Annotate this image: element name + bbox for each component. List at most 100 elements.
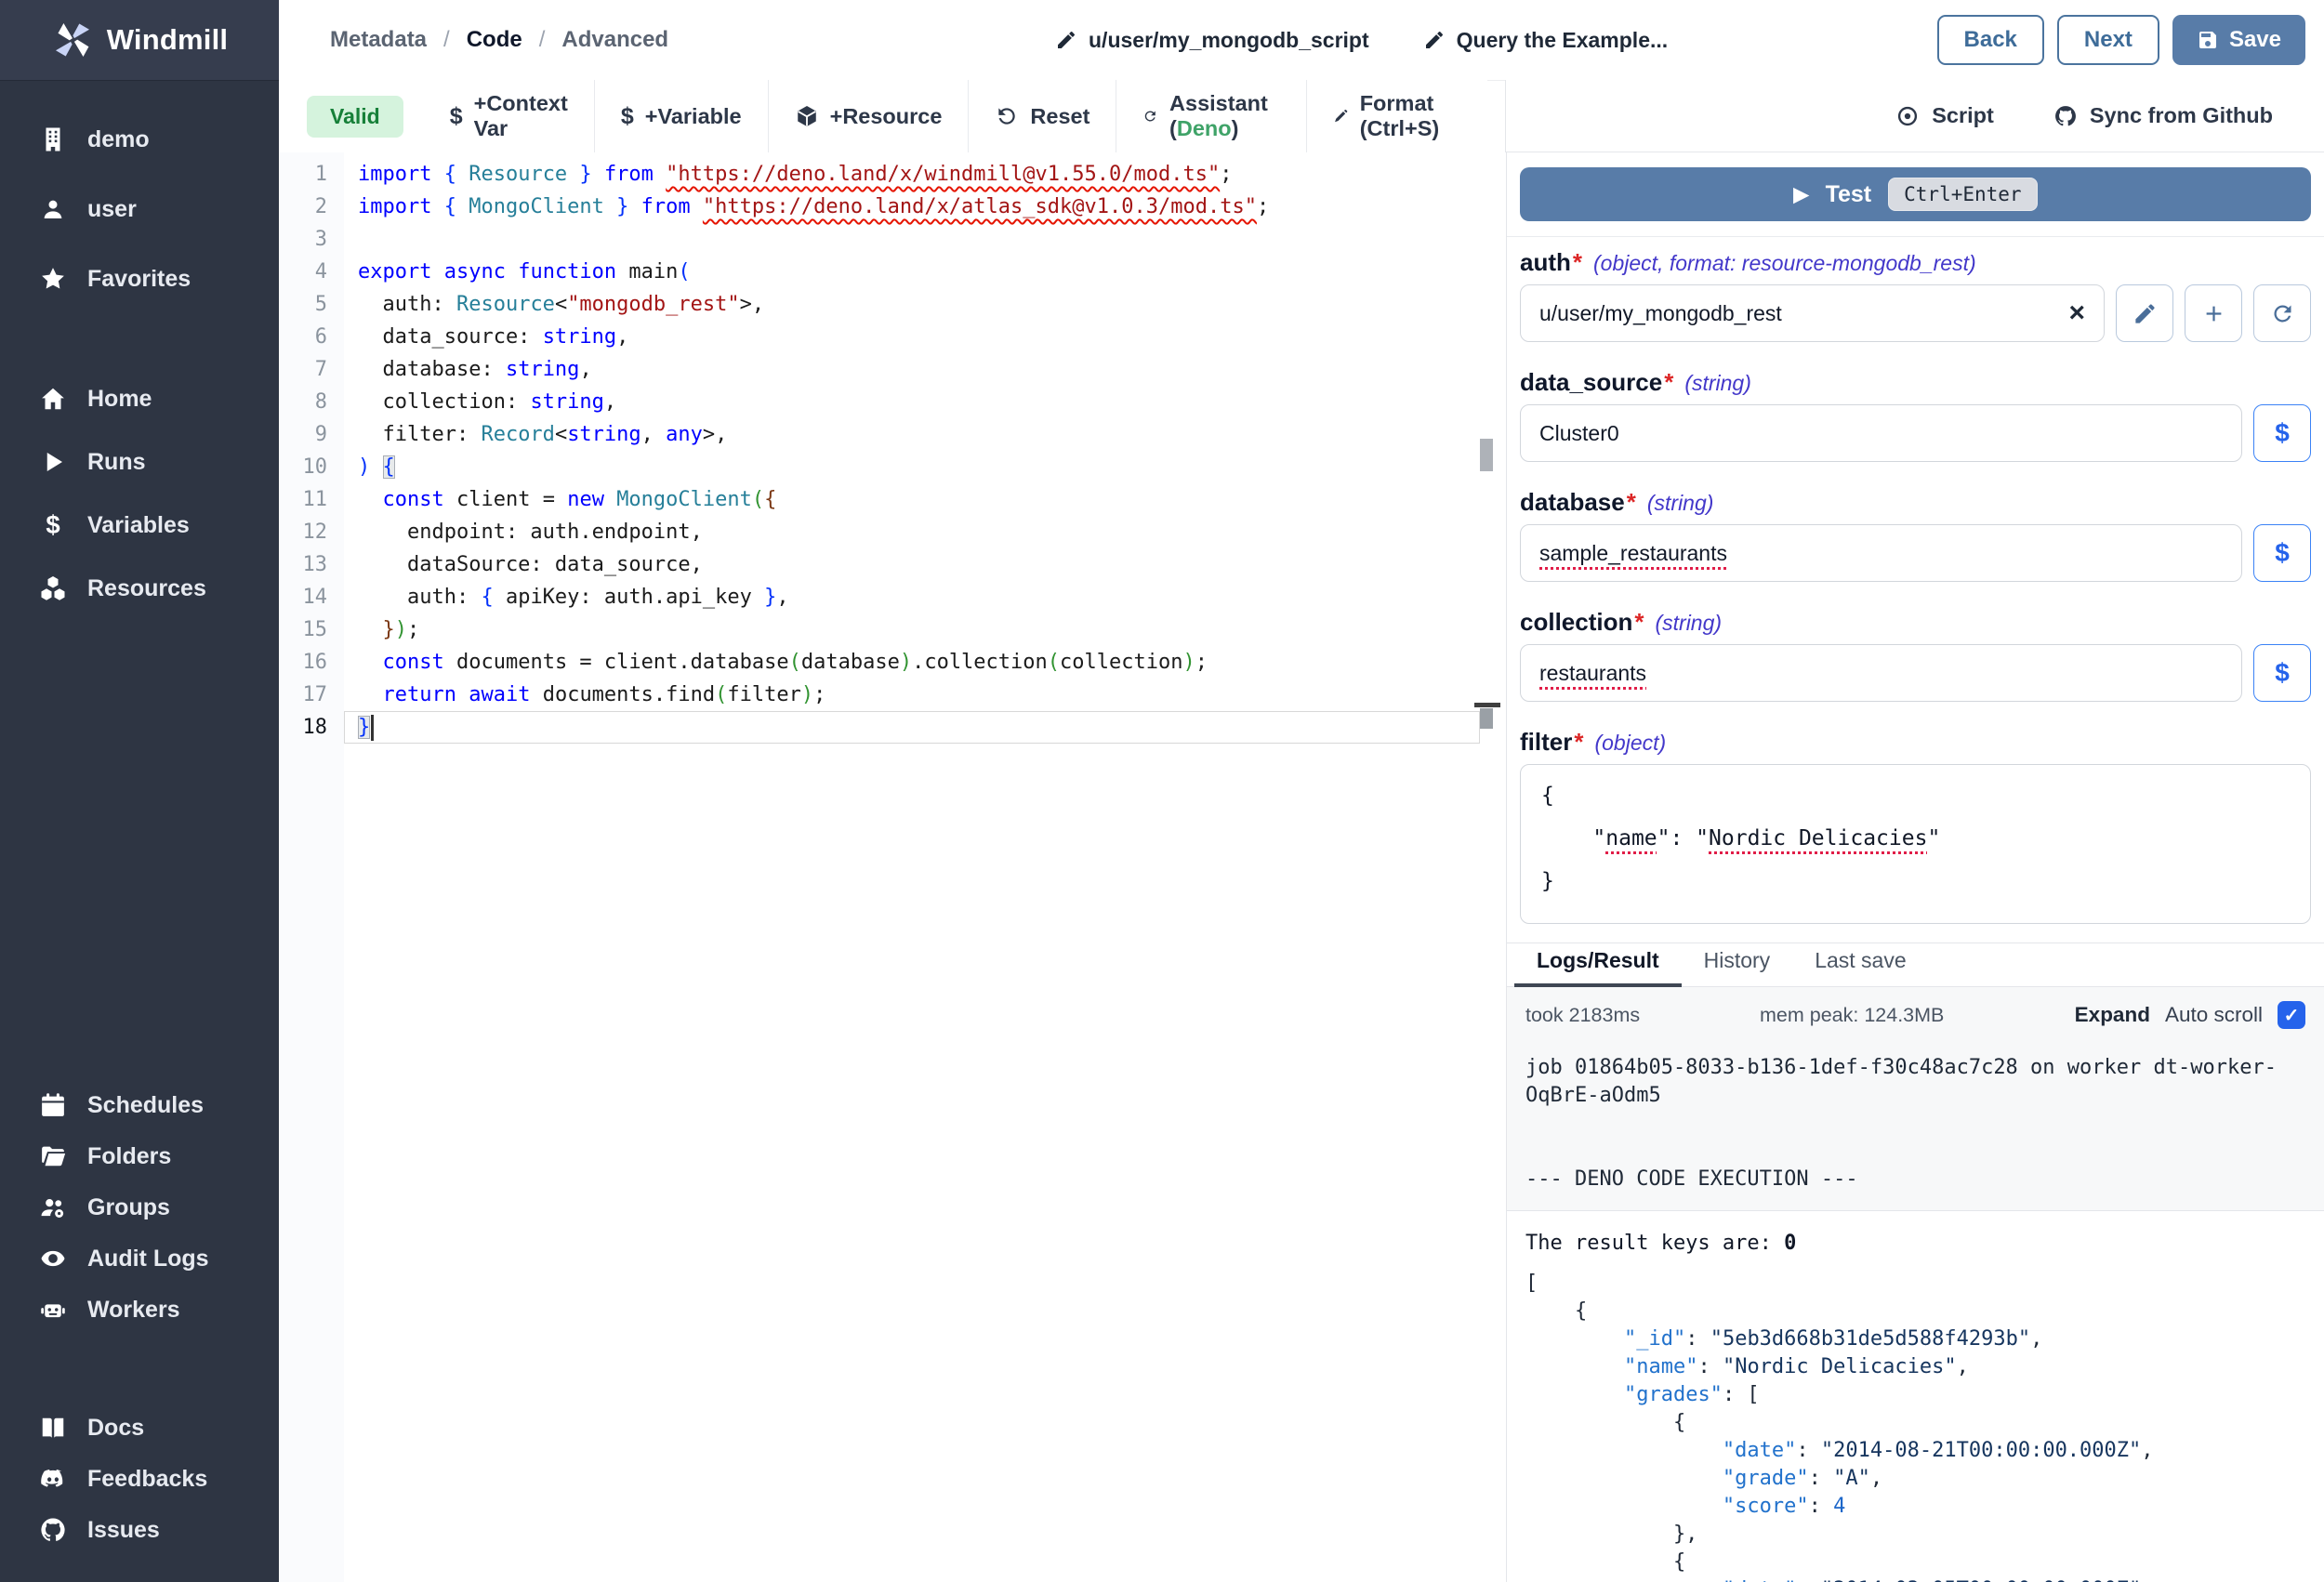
script-summary-edit[interactable]: Query the Example... — [1423, 28, 1669, 53]
code-line-13[interactable]: 13 dataSource: data_source, — [279, 548, 1504, 581]
sidebar-item-runs[interactable]: Runs — [0, 439, 279, 485]
reset-button[interactable]: Reset — [969, 80, 1116, 152]
auto-scroll-checkbox[interactable]: ✓ — [2278, 1001, 2305, 1029]
sidebar-item-variables[interactable]: $Variables — [0, 502, 279, 548]
log-line — [1525, 1110, 2305, 1138]
add-context-var-button[interactable]: $ +Context Var — [424, 80, 595, 152]
test-button[interactable]: ▶ Test Ctrl+Enter — [1520, 167, 2311, 221]
required-asterisk: * — [1574, 728, 1583, 757]
sidebar-item-user[interactable]: user — [0, 186, 279, 232]
code-line-10[interactable]: 10) { — [279, 451, 1504, 483]
code-line-14[interactable]: 14 auth: { apiKey: auth.api_key }, — [279, 581, 1504, 613]
data-source-input[interactable]: Cluster0 — [1520, 404, 2242, 462]
code-line-3[interactable]: 3 — [279, 223, 1504, 256]
code-line-5[interactable]: 5 auth: Resource<"mongodb_rest">, — [279, 288, 1504, 321]
sidebar-item-schedules[interactable]: Schedules — [0, 1082, 279, 1128]
auth-resource-input[interactable]: u/user/my_mongodb_rest × — [1520, 284, 2105, 342]
field-database: database * (string) sample_restaurants $ — [1520, 488, 2311, 582]
refresh-resource-button[interactable] — [2253, 284, 2311, 342]
code-line-4[interactable]: 4export async function main( — [279, 256, 1504, 288]
sidebar-item-audit-logs[interactable]: Audit Logs — [0, 1235, 279, 1282]
target-icon — [1895, 104, 1920, 128]
tab-advanced[interactable]: Advanced — [561, 27, 668, 53]
editor-scrollbar-thumb[interactable] — [1480, 439, 1493, 471]
sync-from-github-button[interactable]: Sync from Github — [2053, 103, 2273, 128]
code-line-7[interactable]: 7 database: string, — [279, 353, 1504, 386]
data-source-var-picker-button[interactable]: $ — [2253, 404, 2311, 462]
field-collection-name: collection — [1520, 608, 1632, 637]
play-icon: ▶ — [1793, 183, 1808, 206]
code-line-17[interactable]: 17 return await documents.find(filter); — [279, 679, 1504, 711]
sidebar-item-demo[interactable]: demo — [0, 116, 279, 163]
sidebar-item-resources[interactable]: Resources — [0, 565, 279, 612]
sidebar-item-groups[interactable]: Groups — [0, 1184, 279, 1231]
code-line-15[interactable]: 15 }); — [279, 613, 1504, 646]
breadcrumb-separator: / — [539, 27, 546, 53]
script-path-edit[interactable]: u/user/my_mongodb_script — [1055, 28, 1369, 53]
assistant-button[interactable]: Assistant (Deno) — [1116, 80, 1307, 152]
save-button[interactable]: Save — [2172, 15, 2305, 65]
collection-value: restaurants — [1539, 661, 1646, 686]
collection-input[interactable]: restaurants — [1520, 644, 2242, 702]
code-line-9[interactable]: 9 filter: Record<string, any>, — [279, 418, 1504, 451]
sidebar-item-label: Groups — [87, 1194, 170, 1221]
sidebar-item-home[interactable]: Home — [0, 376, 279, 422]
reset-label: Reset — [1030, 104, 1089, 129]
code-line-2[interactable]: 2import { MongoClient } from "https://de… — [279, 191, 1504, 223]
arguments-form: auth * (object, format: resource-mongodb… — [1520, 237, 2311, 924]
collection-var-picker-button[interactable]: $ — [2253, 644, 2311, 702]
sidebar-item-label: Workers — [87, 1297, 180, 1324]
result-json-line: }, — [1525, 1521, 2305, 1549]
windmill-logo[interactable]: Windmill — [0, 0, 279, 81]
sidebar-item-workers[interactable]: Workers — [0, 1286, 279, 1333]
clear-icon[interactable]: × — [2068, 299, 2085, 327]
sidebar-item-label: Favorites — [87, 266, 191, 293]
code-line-18[interactable]: 18} — [279, 711, 1504, 744]
add-resource-button[interactable]: +Resource — [769, 80, 970, 152]
code-line-1[interactable]: 1import { Resource } from "https://deno.… — [279, 158, 1504, 191]
refresh-icon — [2270, 301, 2295, 326]
line-number: 4 — [279, 256, 327, 288]
sidebar-item-favorites[interactable]: Favorites — [0, 256, 279, 302]
code-editor[interactable]: 1import { Resource } from "https://deno.… — [279, 152, 1504, 1582]
sidebar-group: Docs Feedbacks Issues — [0, 1404, 279, 1558]
database-var-picker-button[interactable]: $ — [2253, 524, 2311, 582]
script-kind-button[interactable]: Script — [1895, 103, 1994, 128]
code-line-16[interactable]: 16 const documents = client.database(dat… — [279, 646, 1504, 679]
tab-last-save[interactable]: Last save — [1792, 948, 1928, 987]
filter-json-line: "name": "Nordic Delicacies" — [1541, 817, 2290, 860]
sidebar-item-issues[interactable]: Issues — [0, 1507, 279, 1553]
script-kind-label: Script — [1932, 103, 1994, 128]
results-tabs: Logs/ResultHistoryLast save — [1507, 943, 2324, 987]
script-path: u/user/my_mongodb_script — [1089, 28, 1369, 53]
expand-button[interactable]: Expand — [2075, 1003, 2150, 1027]
sidebar-item-label: Folders — [87, 1143, 171, 1170]
required-asterisk: * — [1634, 608, 1644, 637]
back-button[interactable]: Back — [1937, 15, 2044, 65]
tab-metadata[interactable]: Metadata — [330, 27, 427, 53]
filter-json-editor[interactable]: { "name": "Nordic Delicacies"} — [1520, 764, 2311, 924]
next-button[interactable]: Next — [2057, 15, 2159, 65]
sidebar-item-docs[interactable]: Docs — [0, 1404, 279, 1451]
code-line-6[interactable]: 6 data_source: string, — [279, 321, 1504, 353]
windmill-logo-icon — [51, 19, 94, 61]
users-icon — [39, 1193, 67, 1221]
field-auth-name: auth — [1520, 248, 1571, 277]
format-button[interactable]: Format (Ctrl+S) — [1307, 80, 1487, 152]
test-label: Test — [1826, 181, 1872, 208]
add-variable-button[interactable]: $ +Variable — [595, 80, 769, 152]
editor-scrollbar[interactable] — [1480, 152, 1494, 1582]
add-resource-inline-button[interactable] — [2185, 284, 2242, 342]
edit-resource-button[interactable] — [2116, 284, 2173, 342]
database-input[interactable]: sample_restaurants — [1520, 524, 2242, 582]
code-line-11[interactable]: 11 const client = new MongoClient({ — [279, 483, 1504, 516]
code-line-8[interactable]: 8 collection: string, — [279, 386, 1504, 418]
tab-history[interactable]: History — [1682, 948, 1793, 987]
sidebar-item-feedbacks[interactable]: Feedbacks — [0, 1456, 279, 1502]
tab-logs-result[interactable]: Logs/Result — [1514, 948, 1682, 987]
sidebar-item-folders[interactable]: Folders — [0, 1133, 279, 1180]
code-line-12[interactable]: 12 endpoint: auth.endpoint, — [279, 516, 1504, 548]
result-json-line: "_id": "5eb3d668b31de5d588f4293b", — [1525, 1325, 2305, 1353]
github-icon — [2053, 104, 2078, 128]
tab-code[interactable]: Code — [467, 27, 522, 53]
